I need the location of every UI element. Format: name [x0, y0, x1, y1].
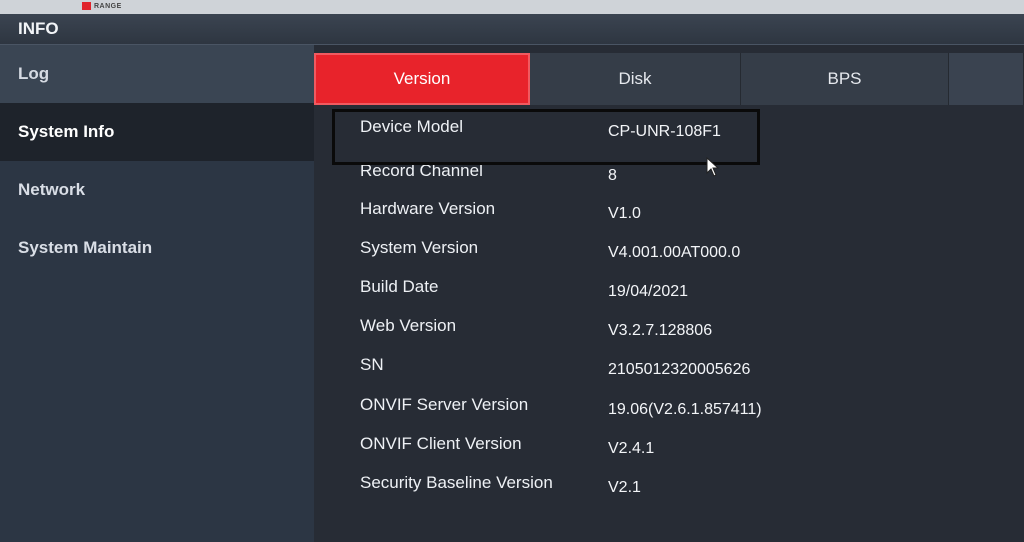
tab-label: Disk — [618, 69, 652, 88]
brand-logo: RANGE — [82, 0, 122, 12]
info-label: Hardware Version — [360, 199, 496, 218]
info-label: Record Channel — [360, 161, 483, 180]
info-label: System Version — [360, 238, 479, 257]
info-row-device-model: Device Model CP-UNR-108F1 — [360, 117, 1010, 147]
info-value: CP-UNR-108F1 — [608, 123, 721, 140]
info-label: SN — [360, 355, 384, 374]
info-row-onvif-client-version: ONVIF Client Version V2.4.1 — [360, 434, 1010, 464]
sidebar-item-label: System Info — [18, 122, 115, 141]
page-title: INFO — [18, 19, 59, 38]
info-value: V4.001.00AT000.0 — [608, 244, 741, 261]
info-label: ONVIF Server Version — [360, 395, 529, 414]
info-row-build-date: Build Date 19/04/2021 — [360, 277, 1010, 307]
info-label: Web Version — [360, 316, 457, 335]
tab-label: Version — [393, 69, 451, 88]
info-row-hardware-version: Hardware Version V1.0 — [360, 199, 1010, 229]
info-value: V2.4.1 — [608, 440, 655, 457]
version-info-list: Device Model CP-UNR-108F1 Record Channel… — [314, 105, 1024, 542]
info-value: V2.1 — [608, 479, 641, 496]
tab-label: BPS — [827, 69, 862, 88]
sidebar-item-network[interactable]: Network — [0, 161, 314, 219]
info-label: Device Model — [360, 117, 463, 136]
brand-text: RANGE — [94, 2, 122, 10]
sidebar-item-system-maintain[interactable]: System Maintain — [0, 219, 314, 277]
sidebar-item-label: Network — [18, 180, 86, 199]
window-titlebar: INFO — [0, 14, 1024, 45]
info-value: 19/04/2021 — [608, 283, 689, 300]
tab-bar: Version Disk BPS — [314, 53, 1024, 105]
info-value: V1.0 — [608, 205, 641, 222]
info-row-system-version: System Version V4.001.00AT000.0 — [360, 238, 1010, 268]
info-label: Build Date — [360, 277, 439, 296]
tab-bps[interactable]: BPS — [741, 53, 949, 105]
sidebar-item-label: System Maintain — [18, 238, 153, 257]
info-label: Security Baseline Version — [360, 473, 553, 492]
mouse-pointer-icon — [706, 157, 720, 177]
brand-mark-icon — [82, 2, 91, 10]
main-panel: Version Disk BPS Device Model CP-UNR-108… — [314, 45, 1024, 542]
tab-disk[interactable]: Disk — [530, 53, 741, 105]
sidebar-item-log[interactable]: Log — [0, 45, 314, 103]
info-row-record-channel: Record Channel 8 — [360, 161, 1010, 191]
info-row-web-version: Web Version V3.2.7.128806 — [360, 316, 1010, 346]
info-value: V3.2.7.128806 — [608, 322, 713, 339]
info-row-onvif-server-version: ONVIF Server Version 19.06(V2.6.1.857411… — [360, 395, 1010, 425]
top-strip: RANGE — [0, 0, 1024, 14]
sidebar-item-system-info[interactable]: System Info — [0, 103, 314, 161]
info-value: 8 — [608, 167, 617, 184]
info-value: 19.06(V2.6.1.857411) — [608, 401, 762, 418]
info-label: ONVIF Client Version — [360, 434, 522, 453]
info-value: 2105012320005626 — [608, 361, 751, 378]
info-row-sn: SN 2105012320005626 — [360, 355, 1010, 385]
tab-more[interactable] — [949, 53, 1024, 105]
sidebar: Log System Info Network System Maintain — [0, 45, 314, 542]
sidebar-item-label: Log — [18, 64, 50, 83]
info-row-security-baseline-version: Security Baseline Version V2.1 — [360, 473, 1010, 503]
tab-version[interactable]: Version — [314, 53, 530, 105]
